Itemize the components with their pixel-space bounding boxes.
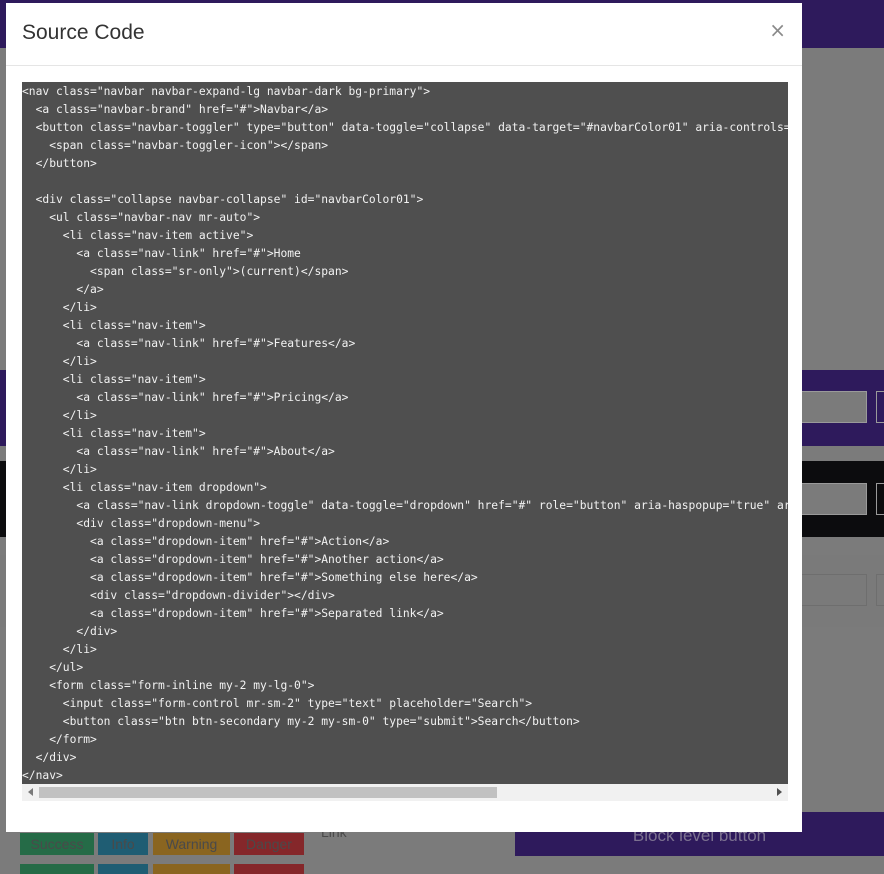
scroll-left-arrow-icon[interactable]: [28, 788, 33, 796]
background-info-button: Info: [98, 833, 148, 855]
background-search-input: [795, 483, 867, 515]
scroll-right-arrow-icon[interactable]: [777, 788, 782, 796]
background-search-button: [876, 391, 884, 423]
code-block[interactable]: <nav class="navbar navbar-expand-lg navb…: [22, 82, 788, 801]
background-warning-button: Warning: [153, 833, 230, 855]
background-button-row2: [234, 864, 304, 874]
background-button-row2: [153, 864, 230, 874]
background-search-button: [876, 483, 884, 515]
source-code-modal: Source Code × <nav class="navbar navbar-…: [6, 3, 802, 832]
background-search-input: [795, 391, 867, 423]
close-icon[interactable]: ×: [769, 19, 786, 41]
background-success-button: Success: [20, 833, 94, 855]
background-button-row2: [20, 864, 94, 874]
background-danger-button: Danger: [234, 833, 304, 855]
scrollbar-thumb[interactable]: [39, 787, 497, 798]
horizontal-scrollbar[interactable]: [22, 784, 788, 801]
background-button-row2: [98, 864, 148, 874]
modal-header: Source Code ×: [6, 3, 802, 66]
source-code-text[interactable]: <nav class="navbar navbar-expand-lg navb…: [22, 82, 788, 785]
background-search-button: [876, 574, 884, 606]
background-search-input: [795, 574, 867, 606]
modal-title: Source Code: [22, 21, 145, 44]
